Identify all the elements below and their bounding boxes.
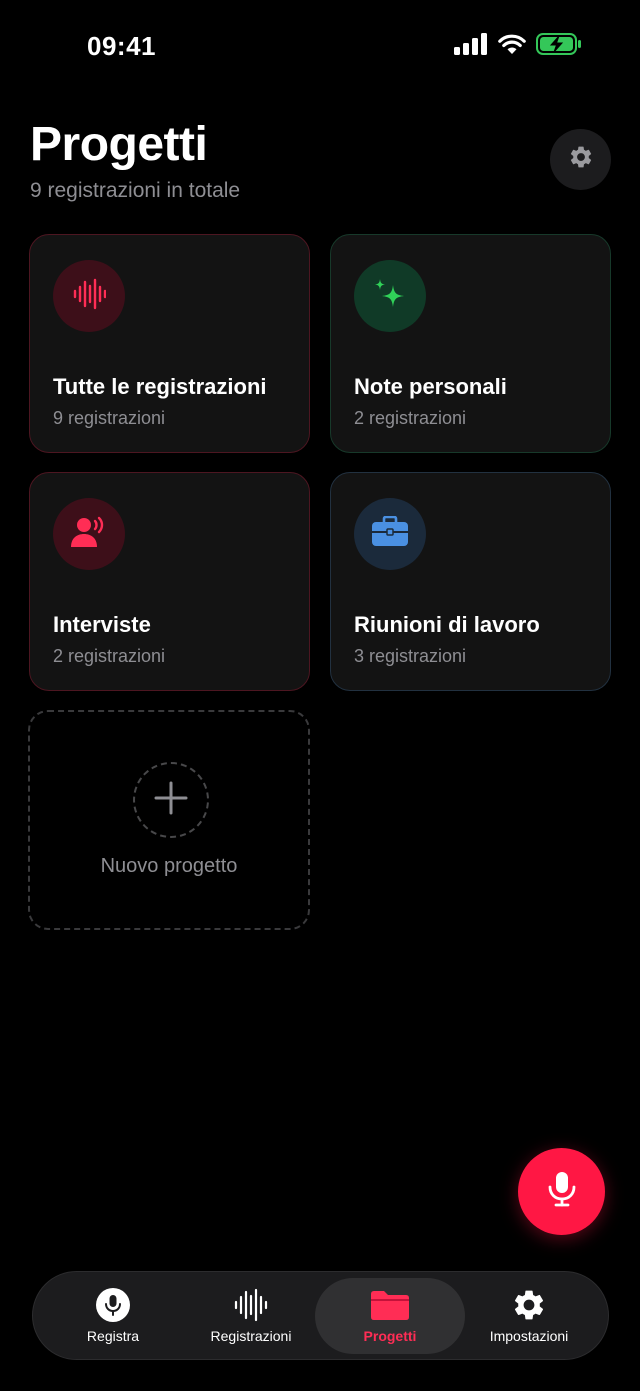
new-project-card[interactable]: Nuovo progetto [28,710,310,930]
project-count: 3 registrazioni [354,646,467,666]
plus-circle [133,762,209,838]
project-icon-circle [53,498,125,570]
cellular-signal-icon [454,33,488,60]
project-count: 2 registrazioni [53,646,166,666]
project-icon-circle [53,260,125,332]
status-bar: 09:41 [0,0,640,95]
project-card-interviews[interactable]: Interviste 2 registrazioni [29,472,310,691]
tab-registra[interactable]: Registra [41,1278,185,1354]
tab-label: Registra [86,1328,140,1344]
status-icons [454,33,582,60]
project-title: Interviste [53,612,151,637]
project-title: Riunioni di lavoro [354,612,540,637]
project-count: 9 registrazioni [53,408,166,428]
page-subtitle: 9 registrazioni in totale [30,179,241,202]
waveform-icon [72,277,107,316]
gear-icon [568,144,594,175]
status-time: 09:41 [87,31,156,61]
settings-button[interactable] [550,129,611,190]
tab-label: Progetti [363,1328,417,1344]
person-speaking-icon [70,515,108,554]
tab-registrazioni[interactable]: Registrazioni [185,1278,317,1354]
project-count: 2 registrazioni [354,408,467,428]
plus-icon [153,780,189,821]
tab-label: Registrazioni [210,1328,292,1344]
project-card-work-meetings[interactable]: Riunioni di lavoro 3 registrazioni [330,472,611,691]
project-icon-circle [354,260,426,332]
microphone-circle-icon [96,1288,130,1322]
tab-impostazioni[interactable]: Impostazioni [465,1278,593,1354]
project-title: Note personali [354,374,507,399]
page-title: Progetti [30,118,208,171]
folder-icon [370,1288,410,1322]
microphone-icon [547,1171,577,1212]
record-fab-button[interactable] [518,1148,605,1235]
new-project-label: Nuovo progetto [100,855,238,877]
waveform-icon [234,1288,268,1322]
project-icon-circle [354,498,426,570]
gear-icon [511,1288,547,1322]
project-card-personal-notes[interactable]: Note personali 2 registrazioni [330,234,611,453]
sparkles-icon [372,276,408,317]
briefcase-icon [371,515,409,553]
tab-bar: Registra Registrazioni Progetti Impostaz… [32,1271,609,1360]
wifi-icon [498,33,526,60]
tab-label: Impostazioni [489,1328,569,1344]
project-title: Tutte le registrazioni [53,374,267,399]
battery-charging-icon [536,33,582,60]
project-card-all-recordings[interactable]: Tutte le registrazioni 9 registrazioni [29,234,310,453]
tab-progetti[interactable]: Progetti [315,1278,465,1354]
